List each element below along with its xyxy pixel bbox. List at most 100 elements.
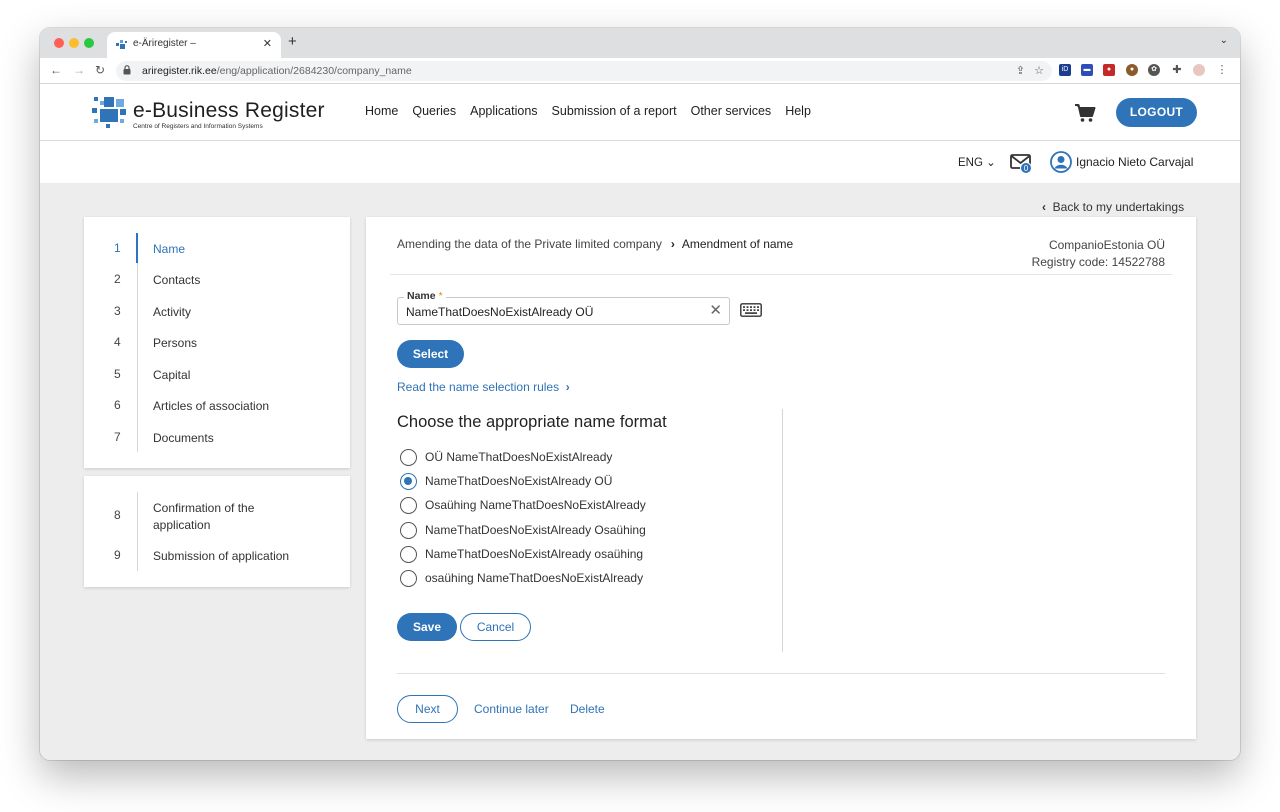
step-label: Name: [153, 242, 186, 256]
back-to-undertakings-link[interactable]: ‹ Back to my undertakings: [1042, 200, 1184, 214]
radio-button[interactable]: [400, 546, 417, 563]
browser-tab[interactable]: e-Äriregister – ✕: [107, 32, 281, 58]
step-number: 8: [114, 508, 121, 522]
divider: [397, 673, 1165, 674]
minimize-window-button[interactable]: [69, 38, 79, 48]
main-form-card: Amending the data of the Private limited…: [366, 217, 1196, 739]
page-content: e-Business Register Centre of Registers …: [40, 84, 1240, 760]
user-name[interactable]: Ignacio Nieto Carvajal: [1076, 155, 1193, 169]
format-option-label: NameThatDoesNoExistAlready Osaühing: [425, 523, 646, 537]
breadcrumb-parent[interactable]: Amending the data of the Private limited…: [397, 237, 662, 251]
step-label: Confirmation of the application: [153, 500, 254, 534]
chevron-right-icon: ›: [565, 380, 570, 394]
main-nav: Home Queries Applications Submission of …: [365, 104, 811, 118]
extensions-puzzle-icon[interactable]: ✚: [1171, 64, 1183, 76]
step-number: 1: [114, 241, 121, 255]
nav-applications[interactable]: Applications: [470, 104, 537, 118]
radio-button[interactable]: [400, 570, 417, 587]
extension-gear-icon[interactable]: ✿: [1148, 64, 1160, 76]
clear-icon[interactable]: ✕: [709, 301, 722, 319]
chevron-left-icon: ‹: [1042, 200, 1046, 214]
maximize-window-button[interactable]: [84, 38, 94, 48]
keyboard-icon[interactable]: [740, 303, 762, 317]
step-label: Capital: [153, 368, 191, 382]
logout-button[interactable]: LOGOUT: [1116, 98, 1197, 127]
browser-menu-icon[interactable]: ⋮: [1216, 64, 1228, 76]
close-tab-icon[interactable]: ✕: [263, 37, 272, 50]
steps-panel: 1 Name 2 Contacts 3 Activity 4 Persons 5…: [84, 217, 350, 468]
extension-id-icon[interactable]: iD: [1059, 64, 1071, 76]
lock-icon: [123, 65, 131, 75]
logo-subtitle: Centre of Registers and Information Syst…: [133, 123, 263, 130]
step-label-line2: application: [153, 518, 211, 532]
divider: [390, 274, 1172, 275]
name-field-label: Name *: [404, 290, 446, 302]
tab-bar: e-Äriregister – ✕ + ⌄: [40, 28, 1240, 58]
url-host: ariregister.rik.ee: [142, 65, 217, 77]
nav-submission-of-report[interactable]: Submission of a report: [552, 104, 677, 118]
next-button[interactable]: Next: [397, 695, 458, 723]
final-steps-panel: 8 Confirmation of the application 9 Submi…: [84, 476, 350, 587]
tab-search-icon[interactable]: ⌄: [1220, 35, 1228, 46]
select-button[interactable]: Select: [397, 340, 464, 368]
user-bar: ENG ⌄ 0 Ignacio Nieto Carvajal: [40, 141, 1240, 183]
registry-code: Registry code: 14522788: [1031, 255, 1165, 269]
breadcrumb-separator-icon: ›: [670, 237, 675, 251]
browser-window: e-Äriregister – ✕ + ⌄ ← → ↻ ariregister.…: [40, 28, 1240, 760]
format-option-label: NameThatDoesNoExistAlready OÜ: [425, 474, 613, 488]
nav-home[interactable]: Home: [365, 104, 398, 118]
cart-icon[interactable]: [1074, 103, 1096, 123]
extension-card-icon[interactable]: ▬: [1081, 64, 1093, 76]
address-bar: ← → ↻ ariregister.rik.ee/eng/application…: [40, 58, 1240, 84]
active-step-indicator: [136, 233, 138, 263]
radio-button-selected[interactable]: [400, 473, 417, 490]
step-number: 5: [114, 367, 121, 381]
format-section-title: Choose the appropriate name format: [397, 413, 667, 431]
step-label: Submission of application: [153, 549, 290, 563]
extension-cookie-icon[interactable]: ●: [1126, 64, 1138, 76]
step-label: Documents: [153, 431, 214, 445]
back-link-label: Back to my undertakings: [1052, 200, 1185, 214]
steps-divider: [137, 492, 138, 571]
name-input[interactable]: Name * NameThatDoesNoExistAlready OÜ ✕: [397, 290, 730, 325]
save-button[interactable]: Save: [397, 613, 457, 641]
step-label: Activity: [153, 305, 192, 319]
radio-button[interactable]: [400, 522, 417, 539]
step-number: 2: [114, 272, 121, 286]
radio-button[interactable]: [400, 497, 417, 514]
language-selector[interactable]: ENG ⌄: [958, 155, 996, 169]
step-label: Contacts: [153, 273, 201, 287]
site-favicon-icon: [116, 40, 127, 49]
step-label: Articles of association: [153, 399, 270, 413]
nav-other-services[interactable]: Other services: [691, 104, 772, 118]
profile-avatar-icon[interactable]: [1193, 64, 1205, 76]
step-number: 3: [114, 304, 121, 318]
forward-arrow-icon[interactable]: →: [73, 63, 85, 77]
continue-later-link[interactable]: Continue later: [474, 702, 549, 716]
radio-button[interactable]: [400, 449, 417, 466]
reload-icon[interactable]: ↻: [95, 63, 105, 77]
bookmark-star-icon[interactable]: ⇪ ☆: [1016, 64, 1044, 77]
step-label: Persons: [153, 336, 198, 350]
url-field[interactable]: ariregister.rik.ee/eng/application/26842…: [116, 61, 1052, 81]
name-input-value: NameThatDoesNoExistAlready OÜ: [406, 305, 594, 319]
new-tab-button[interactable]: +: [288, 33, 297, 50]
close-window-button[interactable]: [54, 38, 64, 48]
user-avatar-icon[interactable]: [1050, 151, 1072, 173]
name-rules-link[interactable]: Read the name selection rules ›: [397, 380, 570, 394]
language-value: ENG: [958, 157, 983, 169]
step-number: 6: [114, 398, 121, 412]
breadcrumb: Amending the data of the Private limited…: [397, 237, 793, 251]
cancel-button[interactable]: Cancel: [460, 613, 531, 641]
step-number: 7: [114, 430, 121, 444]
nav-help[interactable]: Help: [785, 104, 811, 118]
delete-link[interactable]: Delete: [570, 702, 605, 716]
url-text: ariregister.rik.ee/eng/application/26842…: [142, 65, 412, 77]
logo-squares-icon: [92, 97, 126, 128]
nav-queries[interactable]: Queries: [412, 104, 456, 118]
step-number: 9: [114, 548, 121, 562]
breadcrumb-current: Amendment of name: [681, 237, 794, 251]
back-arrow-icon[interactable]: ←: [50, 63, 62, 77]
logo-title: e-Business Register: [133, 99, 325, 122]
extension-red-icon[interactable]: ●: [1103, 64, 1115, 76]
